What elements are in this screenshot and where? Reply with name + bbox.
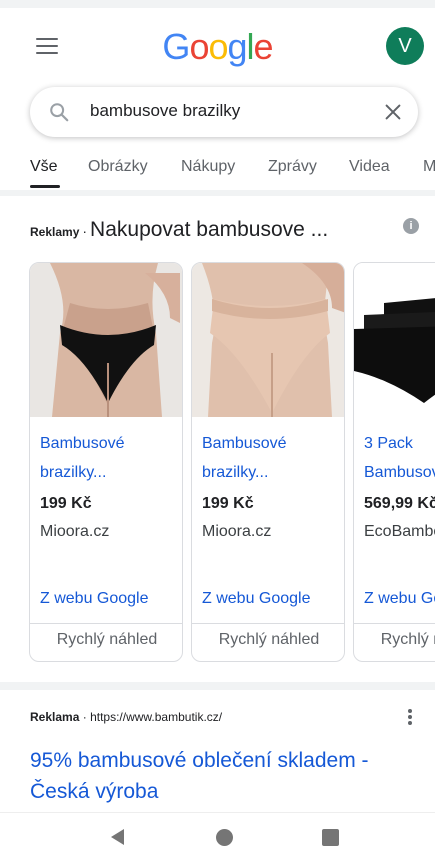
divider — [354, 623, 435, 624]
back-icon[interactable] — [111, 829, 124, 845]
divider — [192, 623, 344, 624]
ads-title[interactable]: Nakupovat bambusove ... — [90, 218, 328, 241]
search-box[interactable]: bambusove brazilky — [30, 87, 418, 137]
header: Google V — [0, 8, 435, 80]
divider — [30, 623, 182, 624]
separator: · — [82, 223, 88, 239]
tab-news[interactable]: Zprávy — [268, 158, 317, 176]
product-store: Mioora.cz — [202, 523, 272, 540]
search-input[interactable]: bambusove brazilky — [90, 101, 240, 121]
product-source-link[interactable]: Z webu Google — [364, 590, 435, 608]
product-title[interactable]: Bambusové brazilky... — [202, 429, 342, 487]
product-card[interactable]: 3 Pack Bambusové 569,99 Kč EcoBamboo Z w… — [353, 262, 435, 662]
product-card[interactable]: Bambusové brazilky... 199 Kč Mioora.cz Z… — [191, 262, 345, 662]
active-tab-indicator — [30, 185, 60, 188]
divider — [0, 190, 435, 196]
quick-view-button[interactable]: Rychlý náhled — [30, 631, 182, 649]
product-title[interactable]: 3 Pack Bambusové — [364, 429, 435, 487]
divider — [0, 682, 435, 690]
recent-apps-icon[interactable] — [322, 829, 339, 846]
ad-title-link[interactable]: 95% bambusové oblečení skladem - Česká v… — [30, 745, 425, 807]
ad-header: Reklama · https://www.bambutik.cz/ — [30, 710, 222, 724]
quick-view-button[interactable]: Rychlý náhled — [192, 631, 344, 649]
quick-view-button[interactable]: Rychlý náhled — [354, 631, 435, 649]
status-strip — [0, 0, 435, 8]
product-image[interactable] — [192, 263, 344, 417]
product-source-link[interactable]: Z webu Google — [202, 590, 311, 608]
separator: · — [82, 710, 87, 724]
tab-images[interactable]: Obrázky — [88, 158, 148, 176]
avatar[interactable]: V — [386, 27, 424, 65]
product-card[interactable]: Bambusové brazilky... 199 Kč Mioora.cz Z… — [29, 262, 183, 662]
system-navbar — [0, 812, 435, 848]
info-icon[interactable]: i — [403, 218, 419, 234]
more-vert-icon[interactable] — [408, 709, 412, 725]
product-price: 569,99 Kč — [364, 495, 435, 512]
product-title[interactable]: Bambusové brazilky... — [40, 429, 180, 487]
tab-shopping[interactable]: Nákupy — [181, 158, 235, 176]
product-price: 199 Kč — [40, 495, 92, 512]
ads-label: Reklamy — [30, 225, 80, 239]
google-logo[interactable]: Google — [0, 26, 435, 68]
ads-header: Reklamy · Nakupovat bambusove ... — [30, 218, 430, 242]
ad-label: Reklama — [30, 710, 80, 724]
product-price: 199 Kč — [202, 495, 254, 512]
search-tabs: Vše Obrázky Nákupy Zprávy Videa M — [0, 150, 435, 190]
product-store: Mioora.cz — [40, 523, 110, 540]
product-carousel[interactable]: Bambusové brazilky... 199 Kč Mioora.cz Z… — [0, 262, 435, 662]
tab-all[interactable]: Vše — [30, 158, 58, 176]
product-image[interactable] — [354, 263, 435, 417]
product-image[interactable] — [30, 263, 182, 417]
home-icon[interactable] — [216, 829, 233, 846]
product-store: EcoBamboo — [364, 523, 435, 540]
ad-url[interactable]: https://www.bambutik.cz/ — [90, 710, 222, 724]
product-source-link[interactable]: Z webu Google — [40, 590, 149, 608]
tab-videos[interactable]: Videa — [349, 158, 390, 176]
tab-more[interactable]: M — [423, 158, 435, 176]
close-icon[interactable] — [382, 101, 404, 123]
search-icon — [50, 103, 69, 122]
